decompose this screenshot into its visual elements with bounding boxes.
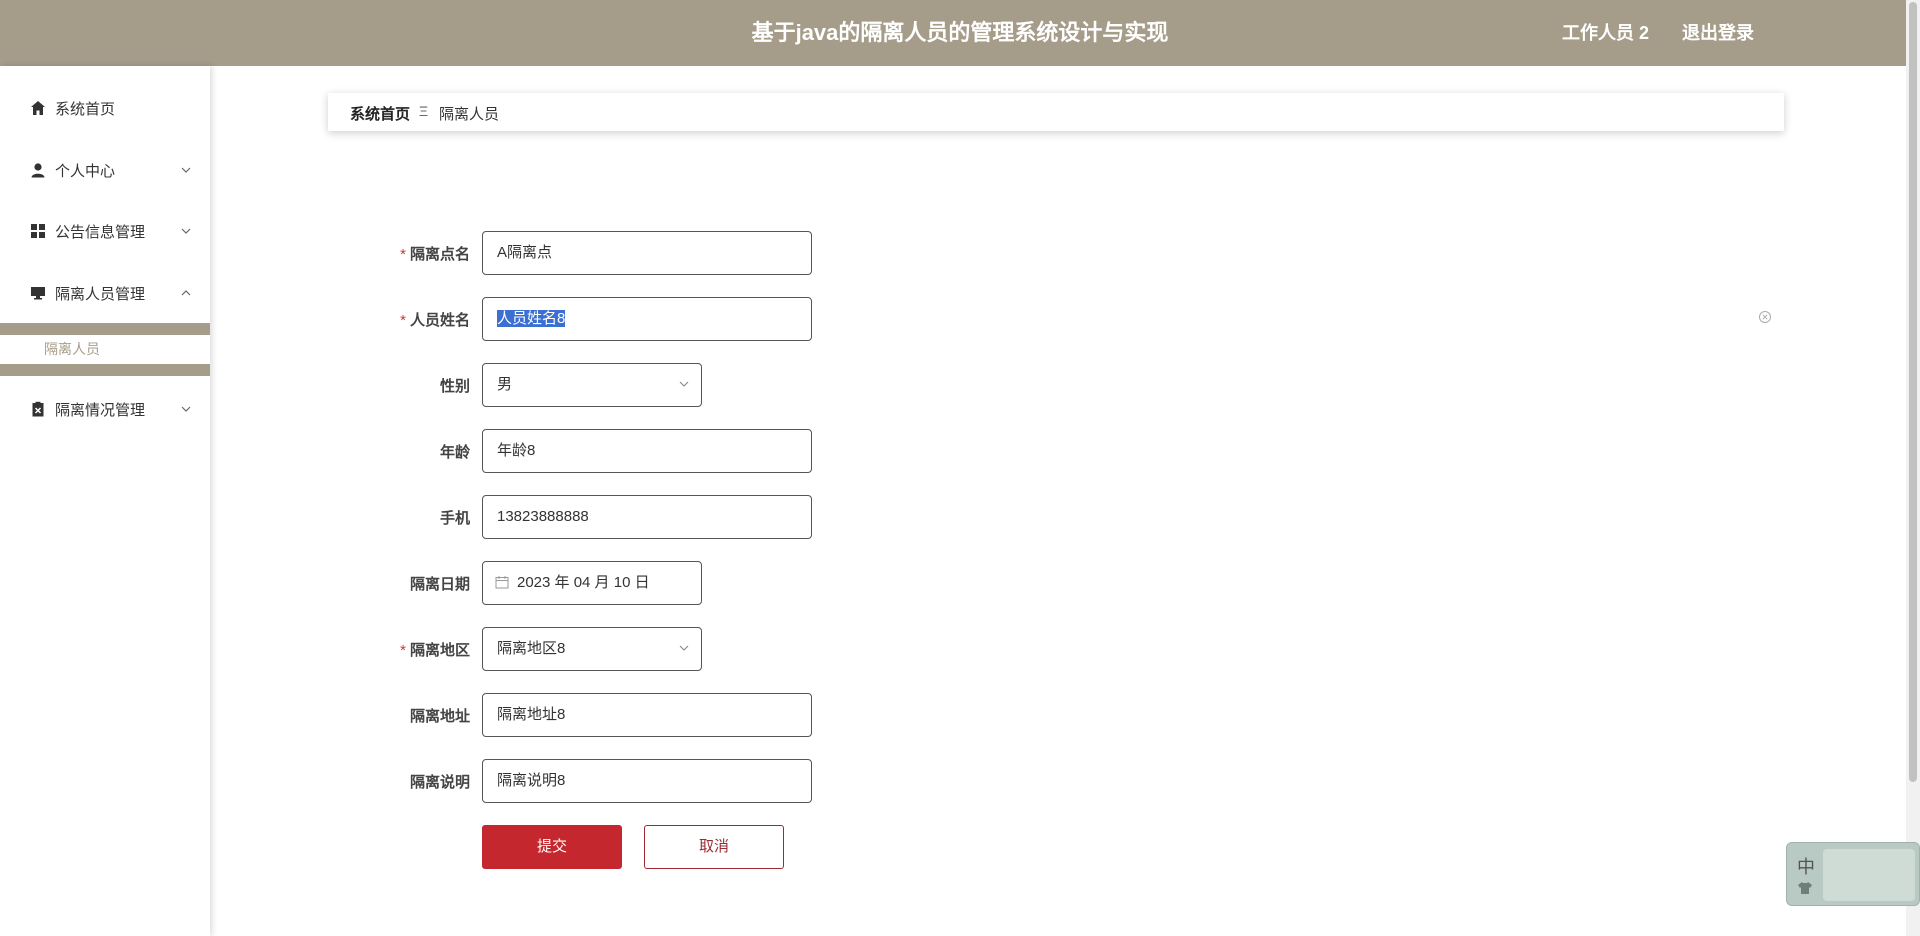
site-name-input[interactable]: A隔离点 [482, 231, 812, 275]
current-user[interactable]: 工作人员 2 [1562, 0, 1649, 66]
breadcrumb-current: 隔离人员 [439, 106, 500, 123]
gender-select[interactable]: 男 [482, 363, 702, 407]
age-label: 年龄 [439, 444, 470, 461]
clear-icon[interactable] [1758, 310, 1772, 324]
chevron-down-icon [679, 381, 689, 387]
required-asterisk: * [400, 312, 406, 329]
chevron-down-icon [181, 167, 191, 173]
address-input[interactable]: 隔离地址8 [482, 693, 812, 737]
date-picker[interactable]: 2023 年 04 月 10 日 [482, 561, 702, 605]
breadcrumb-home[interactable]: 系统首页 [350, 103, 410, 124]
ime-floating-widget[interactable]: 中 [1786, 842, 1920, 906]
site-name-label: * 隔离点名 [400, 246, 470, 263]
breadcrumb-separator: Ξ [419, 103, 429, 119]
form-row-description: 隔离说明 隔离说明8 [0, 759, 1920, 803]
ime-decoration [1823, 849, 1915, 901]
person-name-label: * 人员姓名 [400, 312, 470, 329]
home-icon [31, 101, 45, 115]
sidebar-item-label: 系统首页 [55, 100, 116, 118]
region-select[interactable]: 隔离地区8 [482, 627, 702, 671]
form-row-address: 隔离地址 隔离地址8 [0, 693, 1920, 737]
sidebar-item-personal-center[interactable]: 个人中心 [0, 150, 210, 190]
person-name-input[interactable]: 人员姓名8 [482, 297, 812, 341]
sidebar-item-home[interactable]: 系统首页 [0, 88, 210, 128]
description-input[interactable]: 隔离说明8 [482, 759, 812, 803]
form-row-age: 年龄 年龄8 [0, 429, 1920, 473]
top-header: 基于java的隔离人员的管理系统设计与实现 工作人员 2 退出登录 [0, 0, 1920, 66]
page-scrollbar[interactable] [1906, 0, 1920, 936]
chevron-down-icon [679, 645, 689, 651]
form-row-date: 隔离日期 2023 年 04 月 10 日 [0, 561, 1920, 605]
form-row-region: * 隔离地区 隔离地区8 [0, 627, 1920, 671]
sidebar-item-label: 个人中心 [55, 162, 116, 180]
breadcrumb: 系统首页 Ξ 隔离人员 [328, 93, 1784, 131]
calendar-icon [495, 576, 509, 589]
form-row-gender: 性别 男 [0, 363, 1920, 407]
sidebar-subitem-label: 隔离人员 [44, 341, 100, 357]
user-icon [31, 163, 45, 178]
ime-mode-indicator[interactable]: 中 [1797, 853, 1815, 879]
address-label: 隔离地址 [409, 708, 470, 725]
region-label: * 隔离地区 [400, 642, 470, 659]
submit-button[interactable]: 提交 [482, 825, 622, 869]
date-label: 隔离日期 [409, 576, 470, 593]
form-row-site-name: * 隔离点名 A隔离点 [0, 231, 1920, 275]
form-row-phone: 手机 13823888888 [0, 495, 1920, 539]
form-row-person-name: * 人员姓名 人员姓名8 [0, 297, 1920, 341]
gender-label: 性别 [439, 378, 470, 395]
required-asterisk: * [400, 246, 406, 263]
phone-label: 手机 [439, 510, 470, 527]
logout-link[interactable]: 退出登录 [1682, 0, 1754, 66]
scrollbar-thumb[interactable] [1909, 2, 1917, 782]
cancel-button[interactable]: 取消 [644, 825, 784, 869]
description-label: 隔离说明 [409, 774, 470, 791]
age-input[interactable]: 年龄8 [482, 429, 812, 473]
required-asterisk: * [400, 642, 406, 659]
selected-text: 人员姓名8 [497, 310, 566, 327]
phone-input[interactable]: 13823888888 [482, 495, 812, 539]
skin-icon[interactable] [1797, 881, 1813, 895]
